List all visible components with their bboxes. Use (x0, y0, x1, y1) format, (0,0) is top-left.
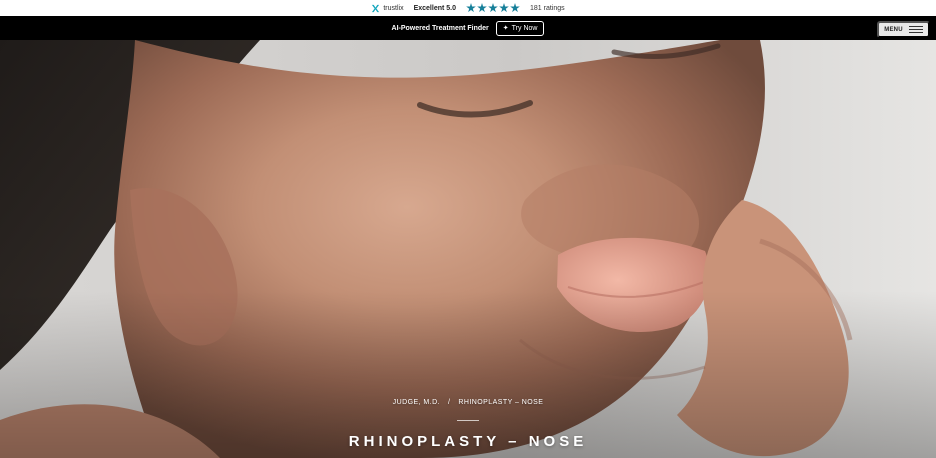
star-icon (510, 3, 520, 13)
breadcrumb: JUDGE, M.D. / RHINOPLASTY – NOSE (0, 399, 936, 406)
sparkle-icon: ✦ (502, 25, 509, 32)
ratings-strip: trustlix Excellent 5.0 181 ratings (0, 0, 936, 16)
breadcrumb-current: RHINOPLASTY – NOSE (458, 399, 544, 406)
star-icon (466, 3, 476, 13)
breadcrumb-separator: / (447, 399, 451, 406)
menu-label: MENU (884, 26, 903, 33)
title-divider (457, 420, 479, 421)
brand-name: trustlix (383, 4, 404, 12)
ratings-brand[interactable]: trustlix (371, 4, 404, 13)
star-icon (499, 3, 509, 13)
try-now-button[interactable]: ✦ Try Now (495, 20, 545, 36)
promo-bar: AI-Powered Treatment Finder ✦ Try Now (0, 16, 936, 40)
hero-section: JUDGE, M.D. / RHINOPLASTY – NOSE RHINOPL… (0, 40, 936, 458)
try-now-label: Try Now (511, 24, 538, 32)
star-icon (477, 3, 487, 13)
promo-text: AI-Powered Treatment Finder (391, 24, 489, 32)
menu-button[interactable]: MENU (877, 21, 930, 38)
hero-overlay (0, 40, 936, 458)
ratings-count[interactable]: 181 ratings (530, 5, 565, 12)
brand-logo-icon (372, 4, 380, 12)
rating-stars (466, 3, 520, 13)
rating-label: Excellent 5.0 (413, 4, 456, 12)
page-title: RHINOPLASTY – NOSE (348, 433, 588, 450)
hamburger-icon (908, 26, 923, 33)
star-icon (488, 3, 498, 13)
breadcrumb-home[interactable]: JUDGE, M.D. (393, 399, 440, 406)
